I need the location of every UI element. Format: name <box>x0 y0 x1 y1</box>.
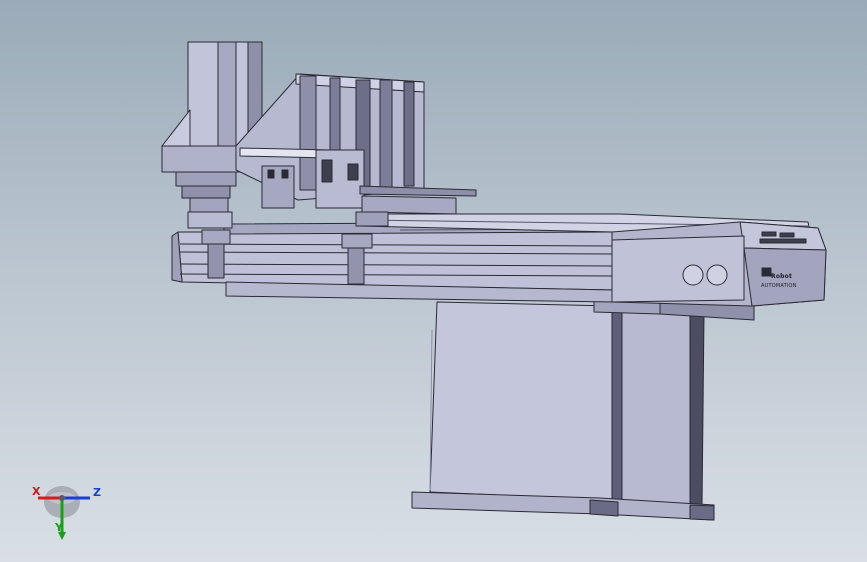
z-axis-label: Z <box>93 486 101 499</box>
vertical-column[interactable] <box>429 301 705 507</box>
linear-rail-body[interactable] <box>171 221 615 303</box>
logo-brand-text: Robot <box>771 273 793 280</box>
cad-model[interactable] <box>0 0 867 562</box>
x-axis-label: X <box>32 485 41 498</box>
end-cap-housing[interactable] <box>611 221 827 307</box>
logo-sub-text: AUTOMATION <box>761 283 797 289</box>
cad-viewport[interactable]: Robot AUTOMATION X Z Y <box>0 0 867 562</box>
logo-icon <box>761 267 772 277</box>
gantry-plates[interactable] <box>235 73 477 227</box>
y-axis-label: Y <box>55 521 63 534</box>
